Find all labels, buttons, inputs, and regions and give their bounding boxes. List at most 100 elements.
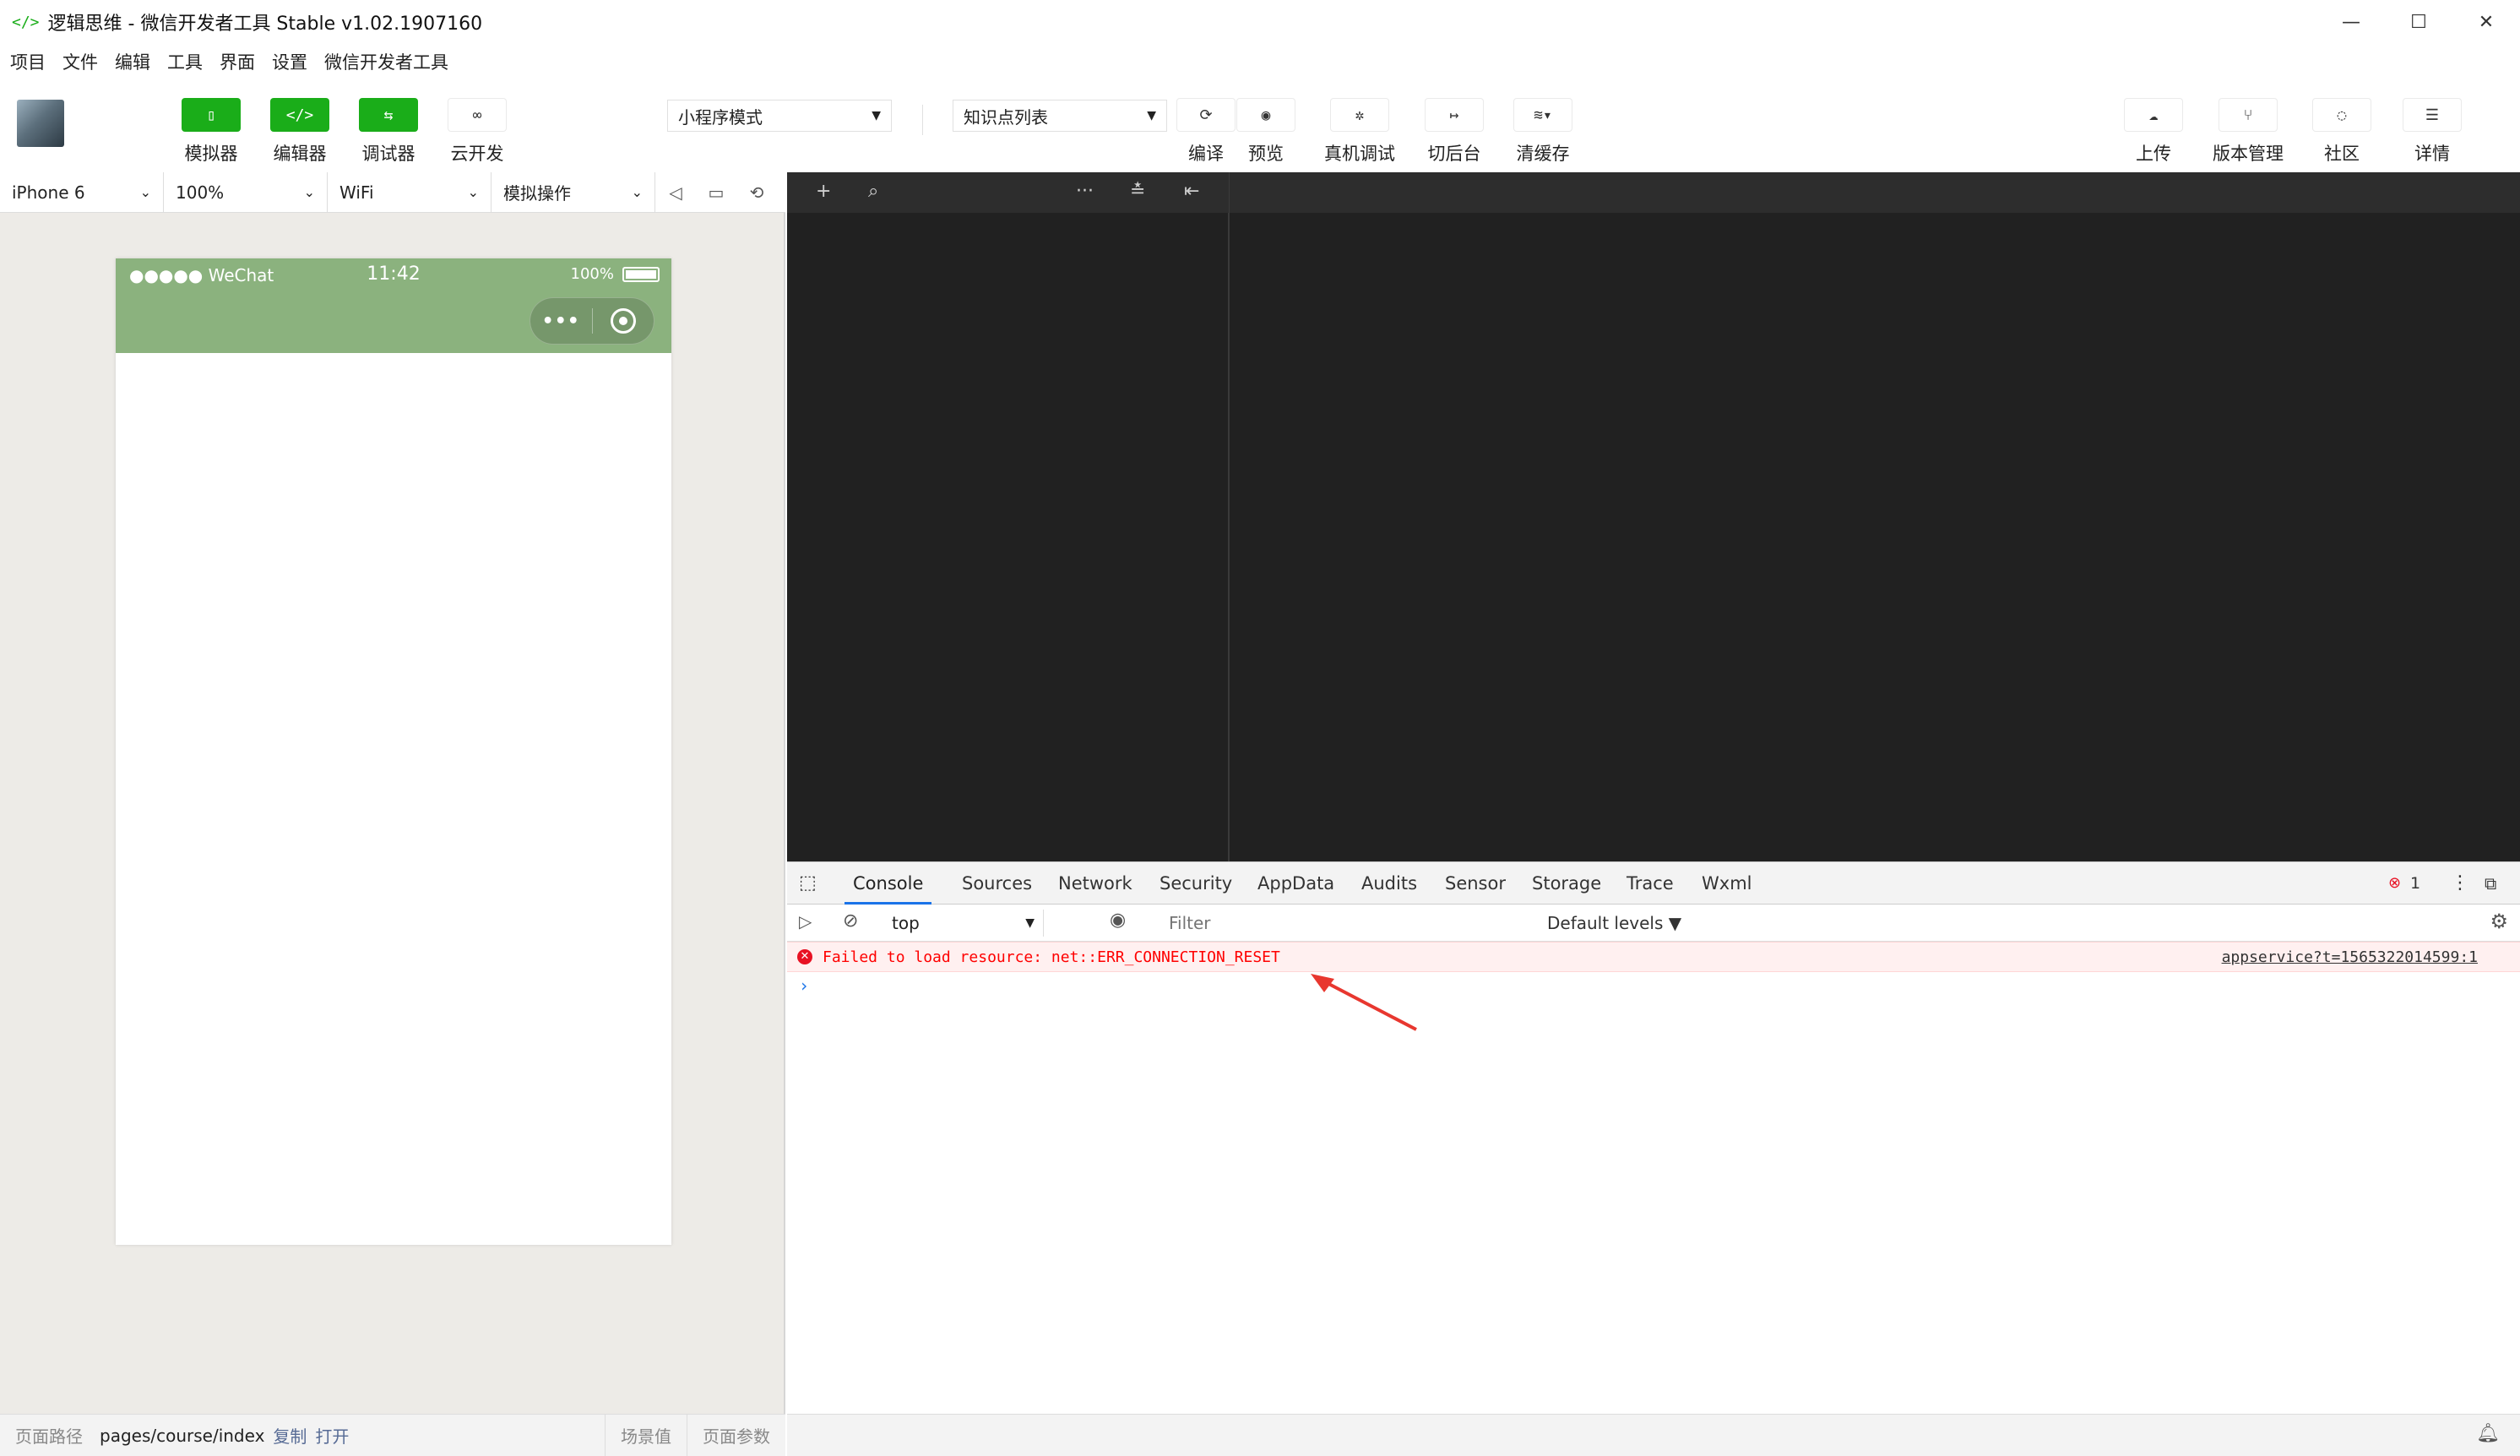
chat-icon: ◌ <box>2312 98 2371 132</box>
file-tree-toolbar: + ⌕ ··· ≛ ⇤ <box>787 172 1230 213</box>
inspect-icon[interactable]: ⬚ <box>799 862 817 905</box>
version-button[interactable]: ⑂ 版本管理 <box>2206 98 2290 166</box>
collapse-icon[interactable]: ≛ <box>1130 181 1145 202</box>
simulator-toolbar: iPhone 6 ⌄ 100% ⌄ WiFi ⌄ 模拟操作 ⌄ ◁ ▭ ⟲ <box>0 171 785 213</box>
page-params-button[interactable]: 页面参数 <box>687 1414 785 1456</box>
window-icon[interactable]: ▭ <box>696 182 736 203</box>
menu-edit[interactable]: 编辑 <box>115 49 150 74</box>
scene-value-button[interactable]: 场景值 <box>605 1414 687 1456</box>
menu-wechat-devtools[interactable]: 微信开发者工具 <box>324 49 448 74</box>
preview-button[interactable]: ◉ 预览 <box>1224 98 1308 166</box>
community-label: 社区 <box>2324 144 2360 164</box>
minimize-button[interactable]: — <box>2317 0 2385 44</box>
details-button[interactable]: ☰ 详情 <box>2390 98 2474 166</box>
more-dots-icon[interactable]: ••• <box>530 311 592 332</box>
tab-wxml[interactable]: Wxml <box>1702 862 1752 905</box>
clear-cache-label: 清缓存 <box>1516 144 1570 164</box>
tab-network[interactable]: Network <box>1058 862 1132 905</box>
rotate-icon[interactable]: ⟲ <box>736 182 777 203</box>
more-vertical-icon[interactable]: ⋮ <box>2451 862 2469 905</box>
settings-gear-icon[interactable]: ⚙ <box>2490 910 2508 933</box>
menu-project[interactable]: 项目 <box>10 49 46 74</box>
page-params-label: 页面参数 <box>703 1426 770 1447</box>
status-bar: 🔔︎ <box>787 1414 2520 1456</box>
editor-button[interactable]: </> 编辑器 <box>258 98 342 166</box>
console-toolbar: ▷ ⊘ top ▼ ◉ Default levels ▼ ⚙ <box>787 905 2520 942</box>
remote-debug-button[interactable]: ✲ 真机调试 <box>1317 98 1402 166</box>
hide-tree-icon[interactable]: ⇤ <box>1184 181 1199 202</box>
tab-storage[interactable]: Storage <box>1532 862 1601 905</box>
upload-button[interactable]: ☁ 上传 <box>2111 98 2196 166</box>
undock-icon[interactable]: ⧉ <box>2485 862 2496 905</box>
switch-icon: ↦ <box>1425 98 1484 132</box>
tab-console[interactable]: Console <box>845 862 932 905</box>
devtools-tabs: ⬚ Console Sources Network Security AppDa… <box>787 862 2520 905</box>
ops-select[interactable]: 模拟操作 ⌄ <box>492 171 655 213</box>
device-value: iPhone 6 <box>12 182 85 203</box>
maximize-icon: ☐ <box>2410 11 2427 33</box>
close-button[interactable]: ✕ <box>2452 0 2520 44</box>
compile-select[interactable]: 知识点列表 ▼ <box>953 100 1167 132</box>
window-controls: — ☐ ✕ <box>2317 0 2520 44</box>
menu-settings[interactable]: 设置 <box>272 49 307 74</box>
console-filter-input[interactable] <box>1162 910 1534 937</box>
clear-console-icon[interactable]: ⊘ <box>843 910 858 932</box>
search-icon[interactable]: ⌕ <box>868 181 878 202</box>
version-label: 版本管理 <box>2213 144 2284 164</box>
error-count-icon[interactable]: ⊗ <box>2388 862 2401 905</box>
open-link[interactable]: 打开 <box>315 1423 349 1448</box>
close-miniprogram-icon[interactable] <box>593 308 654 334</box>
menu-file[interactable]: 文件 <box>62 49 98 74</box>
zoom-select[interactable]: 100% ⌄ <box>164 171 328 213</box>
main-toolbar: ▯ 模拟器 </> 编辑器 ⇆ 调试器 ∞ 云开发 小程序模式 ▼ 知识点列表 … <box>0 79 2520 172</box>
debugger-button[interactable]: ⇆ 调试器 <box>346 98 431 166</box>
more-icon[interactable]: ··· <box>1076 181 1094 202</box>
eye-icon[interactable]: ◉ <box>1110 910 1126 931</box>
tab-appdata[interactable]: AppData <box>1257 862 1334 905</box>
compile-select-value: 知识点列表 <box>964 106 1048 128</box>
title-bar: </> 逻辑思维 - 微信开发者工具 Stable v1.02.1907160 … <box>0 0 2520 44</box>
log-levels-select[interactable]: Default levels ▼ <box>1547 913 1681 933</box>
maximize-button[interactable]: ☐ <box>2385 0 2452 44</box>
console-prompt[interactable]: › <box>799 975 809 996</box>
tab-audits[interactable]: Audits <box>1361 862 1417 905</box>
close-icon: ✕ <box>2478 11 2495 33</box>
tab-security[interactable]: Security <box>1160 862 1232 905</box>
background-button[interactable]: ↦ 切后台 <box>1412 98 1496 166</box>
bell-icon[interactable]: 🔔︎ <box>2476 1423 2500 1444</box>
annotation-arrow <box>1311 974 1417 1031</box>
remote-debug-label: 真机调试 <box>1324 144 1395 164</box>
device-select[interactable]: iPhone 6 ⌄ <box>0 171 164 213</box>
phone-navigation-bar: ●●●●● WeChat 11:42 100% ••• <box>116 258 671 353</box>
chevron-down-icon: ⌄ <box>139 184 151 200</box>
sidebar-toggle-icon[interactable]: ▷ <box>799 911 812 932</box>
copy-link[interactable]: 复制 <box>273 1423 307 1448</box>
clear-cache-button[interactable]: ≋▾ 清缓存 <box>1501 98 1585 166</box>
tab-trace[interactable]: Trace <box>1627 862 1674 905</box>
mode-select[interactable]: 小程序模式 ▼ <box>667 100 892 132</box>
tab-sources[interactable]: Sources <box>962 862 1032 905</box>
error-source-link[interactable]: appservice?t=1565322014599:1 <box>2222 948 2478 966</box>
error-count: 1 <box>2410 874 2421 893</box>
cloud-link-icon: ∞ <box>448 98 507 132</box>
battery-icon <box>622 266 660 282</box>
community-button[interactable]: ◌ 社区 <box>2300 98 2384 166</box>
debug-icon: ⇆ <box>359 98 418 132</box>
network-value: WiFi <box>339 182 374 203</box>
context-select[interactable]: top ▼ <box>882 910 1044 937</box>
sound-icon[interactable]: ◁ <box>655 182 696 203</box>
cloud-dev-button[interactable]: ∞ 云开发 <box>435 98 519 166</box>
add-file-icon[interactable]: + <box>816 181 831 202</box>
simulator-button[interactable]: ▯ 模拟器 <box>169 98 253 166</box>
simulator-footer: 页面路径 pages/course/index 复制 打开 场景值 页面参数 <box>0 1414 785 1456</box>
network-select[interactable]: WiFi ⌄ <box>328 171 492 213</box>
menu-view[interactable]: 界面 <box>220 49 255 74</box>
avatar[interactable] <box>17 100 64 147</box>
chevron-down-icon: ⌄ <box>303 184 315 200</box>
upload-icon: ☁ <box>2124 98 2183 132</box>
tab-sensor[interactable]: Sensor <box>1445 862 1506 905</box>
console-error-row: ✕ Failed to load resource: net::ERR_CONN… <box>787 942 2520 972</box>
capsule-menu: ••• <box>530 297 654 345</box>
eye-icon: ◉ <box>1236 98 1295 132</box>
menu-tools[interactable]: 工具 <box>167 49 203 74</box>
